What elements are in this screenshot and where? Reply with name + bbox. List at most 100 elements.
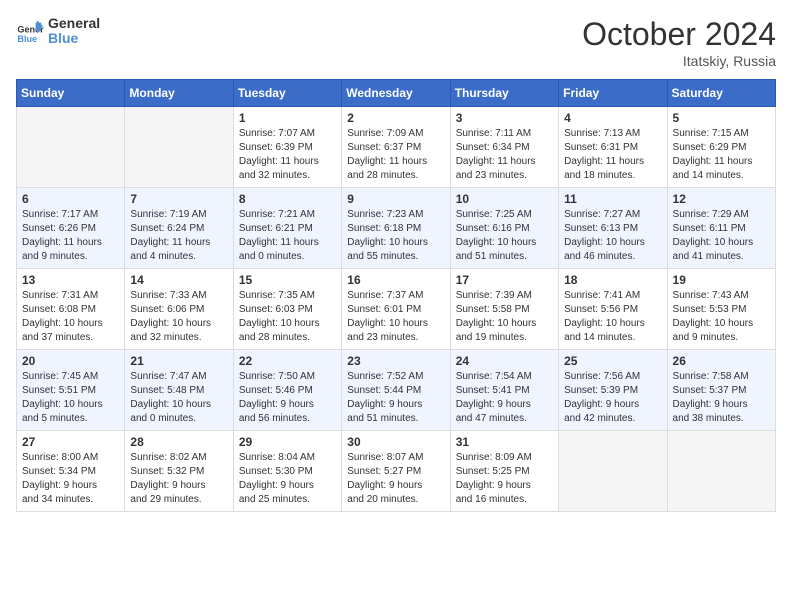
header-row: SundayMondayTuesdayWednesdayThursdayFrid… (17, 80, 776, 107)
day-cell: 8Sunrise: 7:21 AM Sunset: 6:21 PM Daylig… (233, 188, 341, 269)
day-info: Sunrise: 7:19 AM Sunset: 6:24 PM Dayligh… (130, 208, 227, 264)
day-cell: 20Sunrise: 7:45 AM Sunset: 5:51 PM Dayli… (17, 350, 125, 431)
day-info: Sunrise: 7:37 AM Sunset: 6:01 PM Dayligh… (347, 289, 444, 345)
day-info: Sunrise: 7:54 AM Sunset: 5:41 PM Dayligh… (456, 370, 553, 426)
day-info: Sunrise: 7:52 AM Sunset: 5:44 PM Dayligh… (347, 370, 444, 426)
title-block: October 2024 Itatskiy, Russia (582, 16, 776, 69)
day-info: Sunrise: 8:09 AM Sunset: 5:25 PM Dayligh… (456, 451, 553, 507)
day-number: 4 (564, 111, 661, 125)
day-number: 8 (239, 192, 336, 206)
day-info: Sunrise: 7:50 AM Sunset: 5:46 PM Dayligh… (239, 370, 336, 426)
day-number: 14 (130, 273, 227, 287)
svg-text:Blue: Blue (17, 35, 37, 45)
logo: General Blue General Blue (16, 16, 100, 47)
day-cell: 12 Sunrise: 7:29 AM Sunset: 6:11 PM Dayli… (667, 188, 775, 269)
logo-icon: General Blue (16, 17, 44, 45)
day-cell (559, 431, 667, 512)
day-info: Sunrise: 7:47 AM Sunset: 5:48 PM Dayligh… (130, 370, 227, 426)
day-number: 17 (456, 273, 553, 287)
page-header: General Blue General Blue October 2024 I… (16, 16, 776, 69)
day-info: Sunrise: 7:58 AM Sunset: 5:37 PM Dayligh… (673, 370, 770, 426)
day-info: Sunrise: 7:17 AM Sunset: 6:26 PM Dayligh… (22, 208, 119, 264)
day-number: 5 (673, 111, 770, 125)
day-info: Sunrise: 8:07 AM Sunset: 5:27 PM Dayligh… (347, 451, 444, 507)
day-header-tuesday: Tuesday (233, 80, 341, 107)
week-row-3: 13 Sunrise: 7:31 AM Sunset: 6:08 PM Dayli… (17, 269, 776, 350)
day-number: 29 (239, 435, 336, 449)
day-number: 13 (22, 273, 119, 287)
day-number: 10 (456, 192, 553, 206)
day-header-sunday: Sunday (17, 80, 125, 107)
day-info: Sunrise: 8:04 AM Sunset: 5:30 PM Dayligh… (239, 451, 336, 507)
day-cell: 28 Sunrise: 8:02 AM Sunset: 5:32 PM Dayli… (125, 431, 233, 512)
day-cell (125, 107, 233, 188)
day-number: 27 (22, 435, 119, 449)
day-cell: 9Sunrise: 7:23 AM Sunset: 6:18 PM Daylig… (342, 188, 450, 269)
day-info: Sunrise: 8:00 AM Sunset: 5:34 PM Dayligh… (22, 451, 119, 507)
calendar-table: SundayMondayTuesdayWednesdayThursdayFrid… (16, 79, 776, 512)
day-number: 16 (347, 273, 444, 287)
day-header-thursday: Thursday (450, 80, 558, 107)
day-cell: 4 Sunrise: 7:13 AM Sunset: 6:31 PM Daylig… (559, 107, 667, 188)
day-cell: 16 Sunrise: 7:37 AM Sunset: 6:01 PM Dayli… (342, 269, 450, 350)
day-info: Sunrise: 7:13 AM Sunset: 6:31 PM Dayligh… (564, 127, 661, 183)
day-cell (667, 431, 775, 512)
day-number: 3 (456, 111, 553, 125)
day-info: Sunrise: 7:25 AM Sunset: 6:16 PM Dayligh… (456, 208, 553, 264)
day-cell: 1 Sunrise: 7:07 AM Sunset: 6:39 PM Daylig… (233, 107, 341, 188)
day-number: 30 (347, 435, 444, 449)
week-row-4: 20Sunrise: 7:45 AM Sunset: 5:51 PM Dayli… (17, 350, 776, 431)
day-info: Sunrise: 8:02 AM Sunset: 5:32 PM Dayligh… (130, 451, 227, 507)
day-cell: 21 Sunrise: 7:47 AM Sunset: 5:48 PM Dayli… (125, 350, 233, 431)
day-number: 1 (239, 111, 336, 125)
day-header-monday: Monday (125, 80, 233, 107)
logo-text-general: General (48, 16, 100, 31)
day-info: Sunrise: 7:56 AM Sunset: 5:39 PM Dayligh… (564, 370, 661, 426)
day-cell: 10 Sunrise: 7:25 AM Sunset: 6:16 PM Dayli… (450, 188, 558, 269)
day-cell: 2Sunrise: 7:09 AM Sunset: 6:37 PM Daylig… (342, 107, 450, 188)
day-cell: 25 Sunrise: 7:56 AM Sunset: 5:39 PM Dayli… (559, 350, 667, 431)
day-cell: 22 Sunrise: 7:50 AM Sunset: 5:46 PM Dayli… (233, 350, 341, 431)
day-number: 20 (22, 354, 119, 368)
day-info: Sunrise: 7:11 AM Sunset: 6:34 PM Dayligh… (456, 127, 553, 183)
day-cell: 7 Sunrise: 7:19 AM Sunset: 6:24 PM Daylig… (125, 188, 233, 269)
day-number: 7 (130, 192, 227, 206)
day-info: Sunrise: 7:33 AM Sunset: 6:06 PM Dayligh… (130, 289, 227, 345)
day-header-friday: Friday (559, 80, 667, 107)
day-cell: 19 Sunrise: 7:43 AM Sunset: 5:53 PM Dayli… (667, 269, 775, 350)
day-cell: 31Sunrise: 8:09 AM Sunset: 5:25 PM Dayli… (450, 431, 558, 512)
day-number: 12 (673, 192, 770, 206)
day-header-wednesday: Wednesday (342, 80, 450, 107)
day-info: Sunrise: 7:07 AM Sunset: 6:39 PM Dayligh… (239, 127, 336, 183)
day-number: 11 (564, 192, 661, 206)
day-cell: 23Sunrise: 7:52 AM Sunset: 5:44 PM Dayli… (342, 350, 450, 431)
day-info: Sunrise: 7:35 AM Sunset: 6:03 PM Dayligh… (239, 289, 336, 345)
day-cell: 5Sunrise: 7:15 AM Sunset: 6:29 PM Daylig… (667, 107, 775, 188)
day-cell: 24 Sunrise: 7:54 AM Sunset: 5:41 PM Dayli… (450, 350, 558, 431)
day-number: 22 (239, 354, 336, 368)
month-title: October 2024 (582, 16, 776, 53)
day-number: 26 (673, 354, 770, 368)
day-info: Sunrise: 7:43 AM Sunset: 5:53 PM Dayligh… (673, 289, 770, 345)
day-number: 21 (130, 354, 227, 368)
day-header-saturday: Saturday (667, 80, 775, 107)
day-number: 18 (564, 273, 661, 287)
day-cell: 29 Sunrise: 8:04 AM Sunset: 5:30 PM Dayli… (233, 431, 341, 512)
day-cell: 30 Sunrise: 8:07 AM Sunset: 5:27 PM Dayli… (342, 431, 450, 512)
location-subtitle: Itatskiy, Russia (582, 53, 776, 69)
day-info: Sunrise: 7:41 AM Sunset: 5:56 PM Dayligh… (564, 289, 661, 345)
day-number: 25 (564, 354, 661, 368)
day-info: Sunrise: 7:39 AM Sunset: 5:58 PM Dayligh… (456, 289, 553, 345)
day-cell: 17 Sunrise: 7:39 AM Sunset: 5:58 PM Dayli… (450, 269, 558, 350)
day-cell (17, 107, 125, 188)
day-number: 19 (673, 273, 770, 287)
day-info: Sunrise: 7:31 AM Sunset: 6:08 PM Dayligh… (22, 289, 119, 345)
day-number: 24 (456, 354, 553, 368)
week-row-2: 6 Sunrise: 7:17 AM Sunset: 6:26 PM Daylig… (17, 188, 776, 269)
day-cell: 18 Sunrise: 7:41 AM Sunset: 5:56 PM Dayli… (559, 269, 667, 350)
day-cell: 15Sunrise: 7:35 AM Sunset: 6:03 PM Dayli… (233, 269, 341, 350)
day-number: 6 (22, 192, 119, 206)
day-info: Sunrise: 7:29 AM Sunset: 6:11 PM Dayligh… (673, 208, 770, 264)
day-cell: 26 Sunrise: 7:58 AM Sunset: 5:37 PM Dayli… (667, 350, 775, 431)
day-number: 28 (130, 435, 227, 449)
